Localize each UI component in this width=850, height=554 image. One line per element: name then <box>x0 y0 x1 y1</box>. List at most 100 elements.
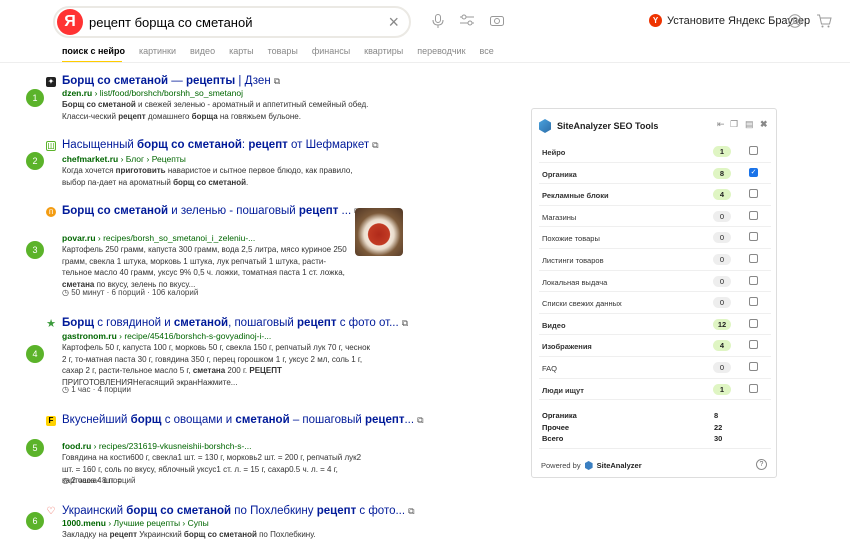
panel-row-label: Рекламные блоки <box>542 191 609 201</box>
copy-link-icon[interactable]: ⧉ <box>417 415 423 425</box>
result-title-link[interactable]: Борщ со сметаной — рецепты | Дзен ⧉ <box>62 75 280 87</box>
result-url[interactable]: povar.ru › recipes/borsh_so_smetanoi_i_z… <box>62 233 255 243</box>
borscht-photo[interactable] <box>355 208 403 256</box>
tab-video[interactable]: видео <box>190 46 215 56</box>
tab-all[interactable]: все <box>480 46 494 56</box>
panel-row-count: 12 <box>713 318 731 330</box>
cart-icon[interactable] <box>816 14 832 30</box>
panel-row-count: 1 <box>713 383 731 395</box>
result-position-badge: 6 <box>26 512 44 530</box>
result-position-badge: 4 <box>26 345 44 363</box>
highlight-checkbox[interactable] <box>749 254 758 263</box>
tab-finance[interactable]: финансы <box>312 46 350 56</box>
result-title-link[interactable]: Украинский борщ со сметаной по Похлебкин… <box>62 505 415 517</box>
highlight-checkbox[interactable] <box>749 362 758 371</box>
heart-favicon-icon: ♡ <box>46 506 56 517</box>
copy-link-icon[interactable]: ⧉ <box>372 140 378 150</box>
highlight-checkbox[interactable]: ✓ <box>749 167 758 177</box>
panel-row-label: Листинги товаров <box>542 256 604 265</box>
copy-icon[interactable]: ❐ <box>730 119 738 130</box>
browser-promo-link[interactable]: Y Установите Яндекс Браузер <box>649 14 810 27</box>
panel-row-label: Списки свежих данных <box>542 299 622 309</box>
help-icon[interactable]: ? <box>756 459 767 470</box>
result-url[interactable]: dzen.ru › list/food/borshch/borshh_so_sm… <box>62 88 243 98</box>
dzen-favicon-icon: ✦ <box>46 77 56 87</box>
povar-favicon-icon: п <box>46 207 56 217</box>
highlight-checkbox[interactable] <box>749 383 758 393</box>
highlight-checkbox[interactable] <box>749 297 758 307</box>
result-title-link[interactable]: Насыщенный борщ со сметаной: рецепт от Ш… <box>62 139 379 151</box>
copy-link-icon[interactable]: ⧉ <box>402 318 408 328</box>
panel-row-label: FAQ <box>542 364 558 373</box>
result-url[interactable]: gastronom.ru › recipe/45416/borshch-s-go… <box>62 331 271 341</box>
result-title-link[interactable]: Борщ с говядиной и сметаной, пошаговый р… <box>62 317 408 329</box>
result-snippet: Борщ со сметаной и свежей зеленью - аром… <box>62 100 369 121</box>
tab-realty[interactable]: квартиры <box>364 46 403 56</box>
tab-neuro[interactable]: поиск с нейро <box>62 46 125 56</box>
panel-row: Изображения 4 <box>539 335 771 357</box>
seo-tools-panel: SiteAnalyzer SEO Tools ⇤ ❐ ▤ ✖ Нейро 1 Орг… <box>531 108 777 478</box>
search-input[interactable]: рецепт борща со сметаной <box>89 15 252 30</box>
panel-row-count: 0 <box>713 210 731 222</box>
tab-maps[interactable]: карты <box>229 46 254 56</box>
panel-row: Рекламные блоки 4 <box>539 184 771 206</box>
result-url[interactable]: 1000.menu › Лучшие рецепты › Супы <box>62 518 209 528</box>
account-icon[interactable] <box>787 14 803 30</box>
camera-search-icon[interactable] <box>489 14 505 30</box>
tab-goods[interactable]: товары <box>268 46 298 56</box>
result-snippet: Картофель 50 г, капуста 100 г, морковь 5… <box>62 343 371 387</box>
panel-row: Листинги товаров 0 <box>539 249 771 271</box>
powered-by[interactable]: Powered by SiteAnalyzer <box>541 461 642 470</box>
filter-settings-icon[interactable] <box>459 14 475 30</box>
total-all: Всего 30 <box>542 434 723 443</box>
result-position-badge: 5 <box>26 439 44 457</box>
result-snippet: Картофель 250 грамм, капуста 300 грамм, … <box>62 245 347 289</box>
result-url[interactable]: food.ru › recipes/231619-vkusneishii-bor… <box>62 441 251 451</box>
result-position-badge: 2 <box>26 152 44 170</box>
panel-row-count: 4 <box>713 189 731 201</box>
panel-row-count: 0 <box>713 254 731 265</box>
close-icon[interactable]: ✖ <box>760 119 768 130</box>
panel-row-label: Видео <box>542 320 566 330</box>
export-icon[interactable]: ▤ <box>745 119 754 130</box>
panel-row-count: 0 <box>713 275 731 287</box>
result-position-badge: 3 <box>26 241 44 259</box>
siteanalyzer-logo-icon <box>539 119 551 133</box>
highlight-checkbox[interactable] <box>749 189 758 199</box>
clear-icon[interactable]: × <box>388 12 399 32</box>
food-favicon-icon: F <box>46 416 56 426</box>
result-title-link[interactable]: Борщ со сметаной и зеленью - пошаговый р… <box>62 205 361 217</box>
chefmarket-favicon-icon: Ш <box>46 141 56 151</box>
highlight-checkbox[interactable] <box>749 275 758 285</box>
copy-link-icon[interactable]: ⧉ <box>274 76 280 86</box>
microphone-icon[interactable] <box>430 14 446 30</box>
search-box[interactable]: Я рецепт борща со сметаной × <box>53 6 411 38</box>
panel-row-count: 8 <box>713 167 731 179</box>
highlight-checkbox[interactable] <box>749 210 758 220</box>
yandex-logo[interactable]: Я <box>57 9 83 35</box>
panel-title: SiteAnalyzer SEO Tools <box>557 121 659 131</box>
highlight-checkbox[interactable] <box>749 146 758 155</box>
panel-row: FAQ 0 <box>539 357 771 379</box>
tabs-divider <box>0 62 850 63</box>
recipe-meta: ◷ 1 час · 4 порции <box>62 385 132 394</box>
exit-icon[interactable]: ⇤ <box>717 119 725 130</box>
result-title-link[interactable]: Вкуснейший борщ с овощами и сметаной – п… <box>62 414 424 426</box>
panel-row-label: Нейро <box>542 148 566 157</box>
panel-row-count: 4 <box>713 340 731 352</box>
result-snippet: Закладку на рецепт Украинский борщ со см… <box>62 530 316 539</box>
result-url[interactable]: chefmarket.ru › Блог › Рецепты <box>62 154 186 164</box>
copy-link-icon[interactable]: ⧉ <box>408 506 414 516</box>
tab-translate[interactable]: переводчик <box>417 46 465 56</box>
gastronom-favicon-icon: ★ <box>46 318 56 330</box>
panel-row-count: 0 <box>713 362 731 373</box>
highlight-checkbox[interactable] <box>749 318 758 328</box>
panel-row: Локальная выдача 0 <box>539 271 771 293</box>
highlight-checkbox[interactable] <box>749 232 758 242</box>
result-snippet: Когда хочется приготовить наваристое и с… <box>62 166 353 187</box>
result-position-badge: 1 <box>26 89 44 107</box>
highlight-checkbox[interactable] <box>749 340 758 350</box>
panel-row-label: Люди ищут <box>542 385 584 395</box>
panel-row: Видео 12 <box>539 314 771 336</box>
tab-images[interactable]: картинки <box>139 46 176 56</box>
